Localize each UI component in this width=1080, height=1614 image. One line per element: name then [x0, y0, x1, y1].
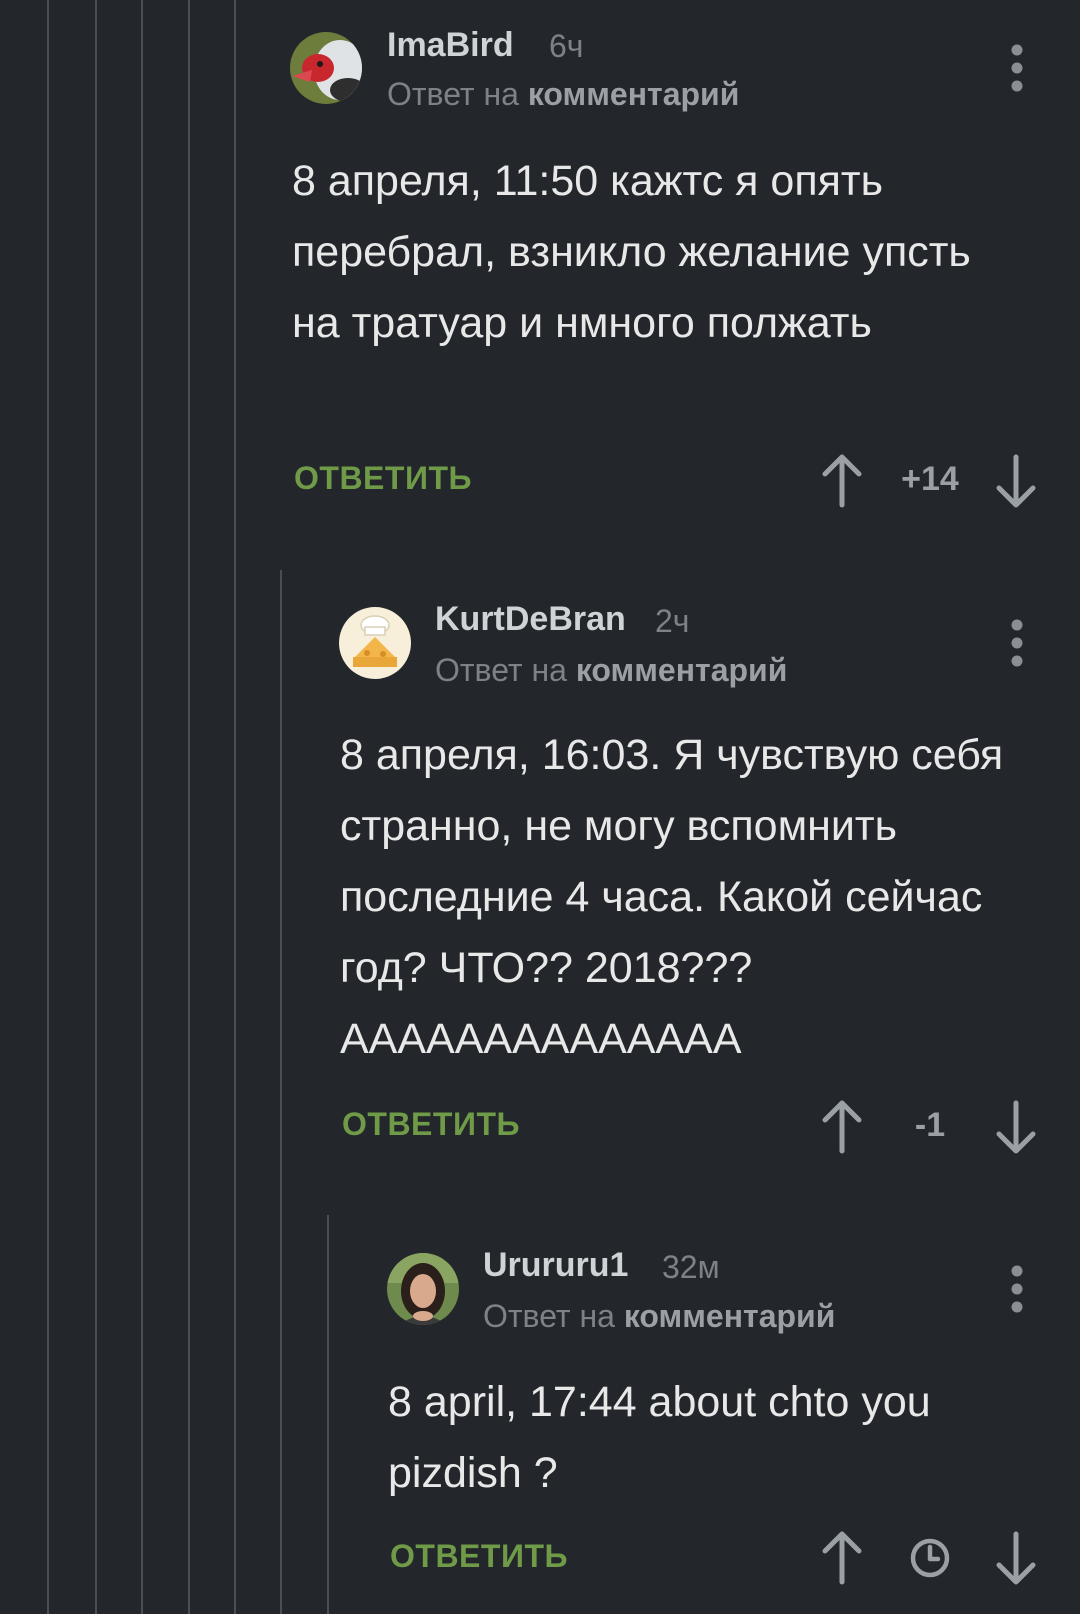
- comment-text: 8 april, 17:44 about chto you pizdish ?: [388, 1378, 931, 1497]
- avatar[interactable]: [387, 1253, 459, 1325]
- arrow-down-icon[interactable]: [991, 1530, 1041, 1586]
- vertical-dots-icon[interactable]: [1002, 1264, 1032, 1314]
- arrow-up-icon[interactable]: [817, 1530, 867, 1586]
- woman-photo-avatar-icon: [387, 1253, 459, 1325]
- reply-button[interactable]: ОТВЕТИТЬ: [390, 1538, 568, 1575]
- reply-to-label: Ответ на комментарий: [483, 1298, 835, 1335]
- reply-target-link[interactable]: комментарий: [624, 1298, 836, 1334]
- clock-icon: [910, 1538, 950, 1578]
- comment-time: 32м: [662, 1249, 720, 1285]
- reply-prefix: Ответ на: [483, 1298, 615, 1334]
- comment: Urururu1 32м Ответ на комментарий 8 apri…: [0, 0, 1080, 1614]
- author-name[interactable]: Urururu1: [483, 1246, 628, 1285]
